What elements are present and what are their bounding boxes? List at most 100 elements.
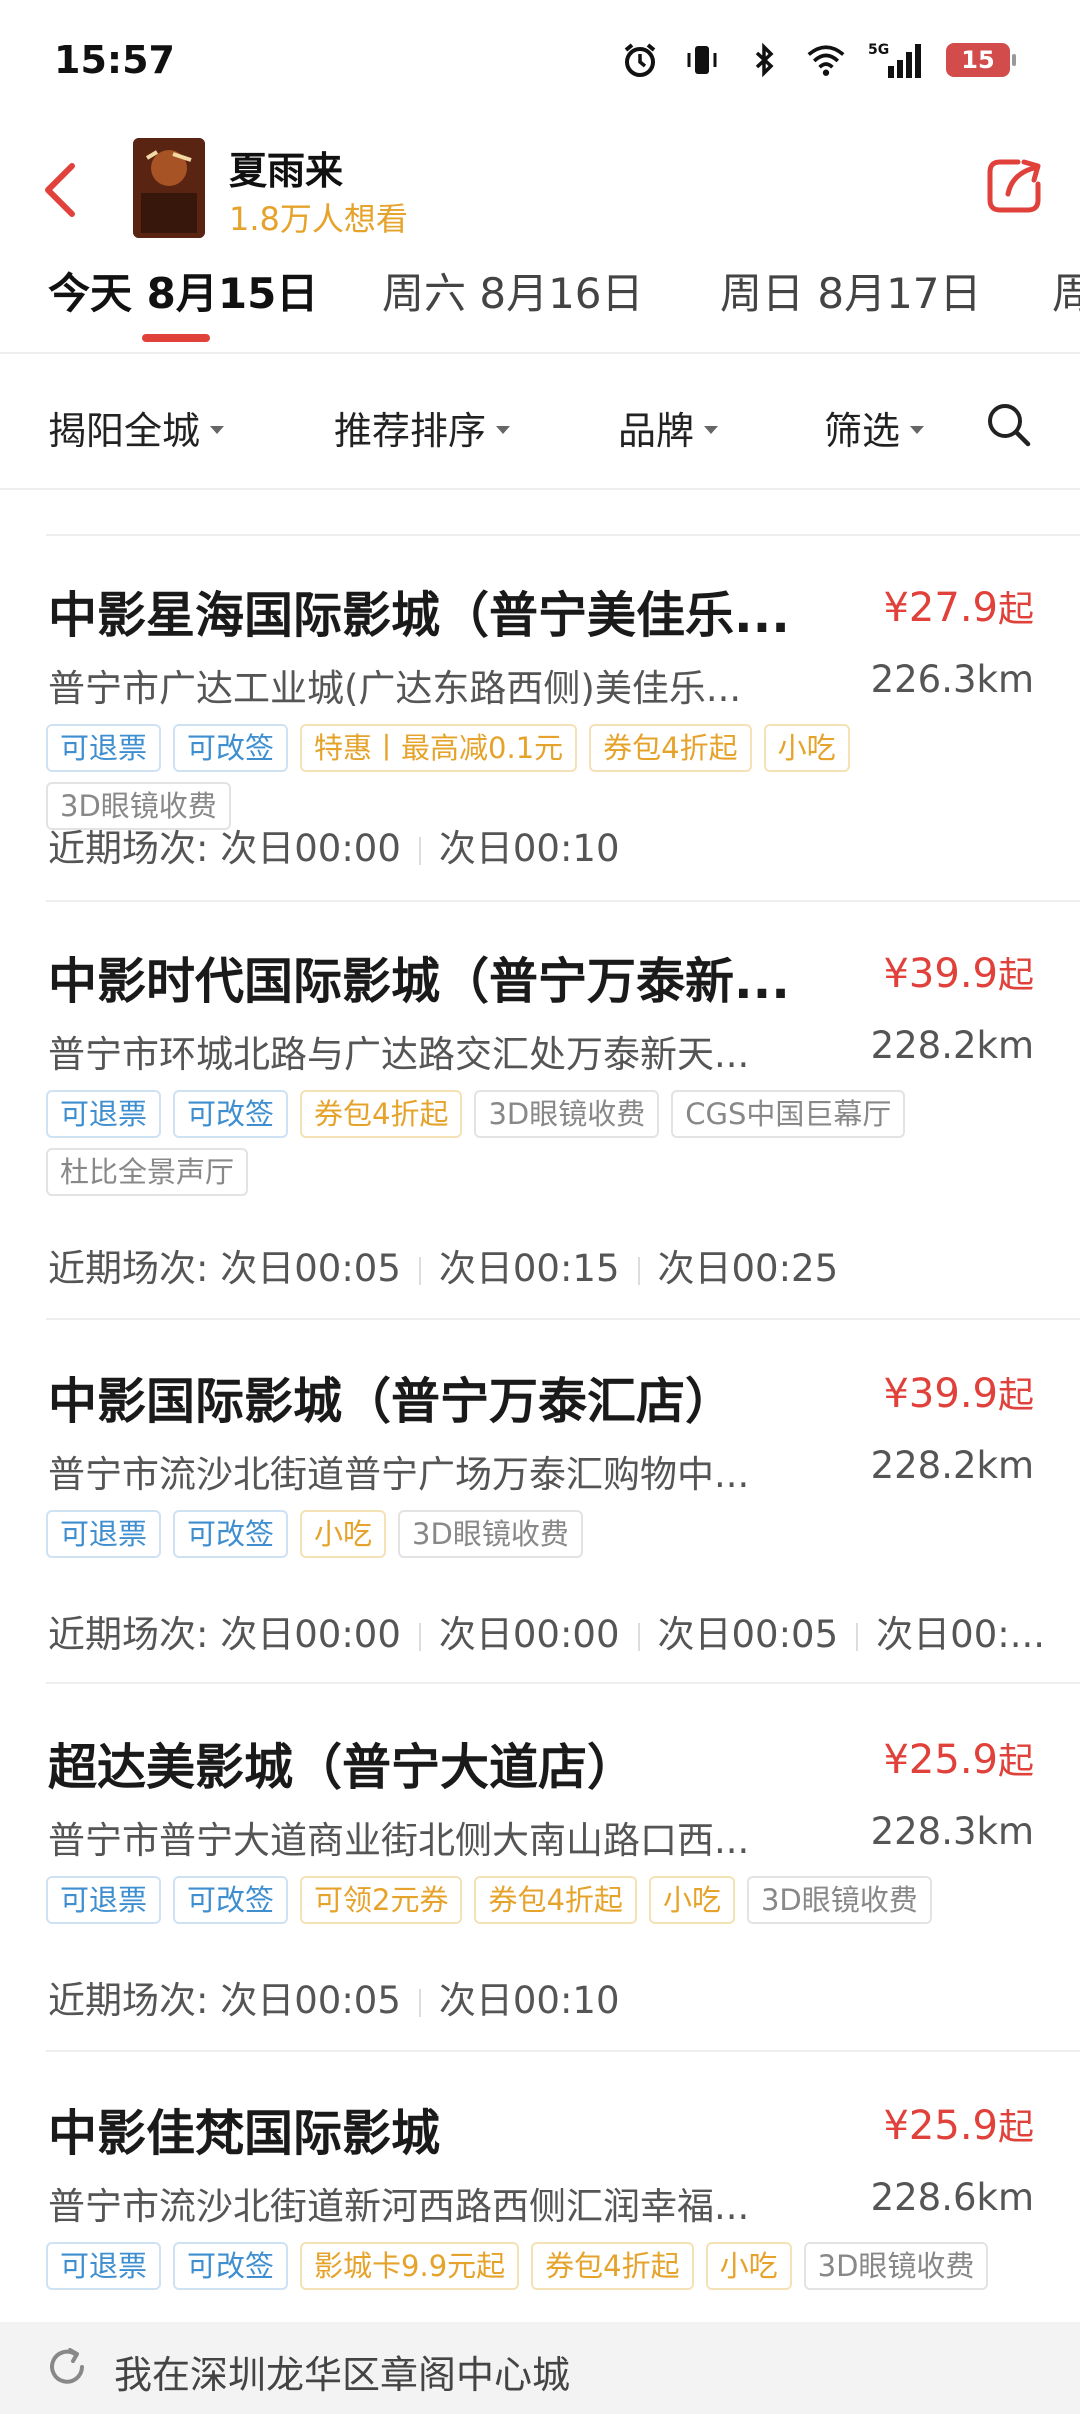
- cinema-price: ¥25.9起: [883, 2098, 1034, 2150]
- price-suffix: 起: [997, 1741, 1034, 1782]
- filter-screen-dropdown[interactable]: 筛选: [824, 400, 925, 455]
- caret-down-icon: [910, 425, 925, 434]
- cinema-item[interactable]: 中影时代国际影城（普宁万泰新... ¥39.9起 普宁市环城北路与广达路交汇处万…: [0, 942, 1080, 1312]
- price-value: ¥25.9: [883, 2103, 998, 2149]
- cinema-tags: 可退票 可改签 小吃 3D眼镜收费: [46, 1510, 1036, 1558]
- price-suffix: 起: [997, 589, 1034, 630]
- tag-changeable: 可改签: [173, 1090, 289, 1138]
- divider: [46, 1318, 1080, 1320]
- cinema-distance: 226.3km: [870, 658, 1034, 701]
- filter-sort-dropdown[interactable]: 推荐排序: [334, 400, 511, 455]
- active-tab-indicator: [142, 334, 210, 342]
- tag-snacks: 小吃: [300, 1510, 387, 1558]
- divider: [46, 1682, 1080, 1684]
- cinema-price: ¥25.9起: [883, 1732, 1034, 1784]
- cinema-name: 中影星海国际影城（普宁美佳乐...: [48, 587, 790, 644]
- separator: [637, 1256, 640, 1285]
- price-value: ¥25.9: [883, 1737, 998, 1783]
- cinema-item[interactable]: 超达美影城（普宁大道店） ¥25.9起 普宁市普宁大道商业街北侧大南山路口西..…: [0, 1728, 1080, 2048]
- sessions-label: 近期场次:: [48, 1979, 209, 2022]
- filter-sort-label: 推荐排序: [334, 409, 487, 453]
- caret-down-icon: [704, 425, 719, 434]
- session-time[interactable]: 次日00:25: [658, 1247, 839, 1290]
- tag-coupon-pack: 券包4折起: [589, 724, 752, 772]
- session-time[interactable]: 次日00:...: [876, 1613, 1045, 1656]
- filter-brand-label: 品牌: [618, 409, 695, 453]
- tag-coupon-pack: 券包4折起: [474, 1876, 637, 1924]
- cinema-sessions: 近期场次: 次日00:05 次日00:10: [48, 1970, 1048, 2024]
- location-bar[interactable]: 我在深圳龙华区章阁中心城: [0, 2322, 1080, 2414]
- price-value: ¥39.9: [883, 1371, 998, 1417]
- cinema-tags: 可退票 可改签 影城卡9.9元起 券包4折起 小吃 3D眼镜收费: [46, 2242, 1036, 2290]
- tab-date-0[interactable]: 今天 8月15日: [48, 260, 318, 321]
- session-time[interactable]: 次日00:10: [439, 1979, 620, 2022]
- movie-poster[interactable]: [133, 138, 205, 238]
- session-time[interactable]: 次日00:05: [220, 1979, 401, 2022]
- tag-refundable: 可退票: [46, 724, 162, 772]
- cinema-tags: 可退票 可改签 券包4折起 3D眼镜收费 CGS中国巨幕厅 杜比全景声厅: [46, 1090, 1036, 1196]
- cinema-address: 普宁市环城北路与广达路交汇处万泰新天...: [48, 1033, 750, 1076]
- want-count: 1.8万人想看: [229, 200, 408, 238]
- separator: [856, 1622, 859, 1651]
- tag-snacks: 小吃: [648, 1876, 735, 1924]
- signal-5g-icon: 5G: [868, 40, 924, 80]
- session-time[interactable]: 次日00:00: [439, 1613, 620, 1656]
- cinema-item[interactable]: 中影星海国际影城（普宁美佳乐... ¥27.9起 普宁市广达工业城(广达东路西侧…: [0, 576, 1080, 896]
- divider: [46, 900, 1080, 902]
- session-time[interactable]: 次日00:05: [220, 1247, 401, 1290]
- cinema-distance: 228.2km: [870, 1444, 1034, 1487]
- session-time[interactable]: 次日00:00: [220, 1613, 401, 1656]
- price-suffix: 起: [997, 1375, 1034, 1416]
- chevron-left-icon: [45, 163, 75, 217]
- back-button[interactable]: [30, 150, 90, 230]
- movie-title: 夏雨来: [229, 149, 344, 193]
- cinema-item[interactable]: 中影佳梵国际影城 ¥25.9起 普宁市流沙北街道新河西路西侧汇润幸福... 22…: [0, 2094, 1080, 2334]
- share-icon: [987, 159, 1041, 213]
- tag-3d-glasses: 3D眼镜收费: [746, 1876, 932, 1924]
- session-time[interactable]: 次日00:15: [439, 1247, 620, 1290]
- wifi-icon: [806, 40, 846, 80]
- session-time[interactable]: 次日00:05: [658, 1613, 839, 1656]
- sessions-label: 近期场次:: [48, 827, 209, 870]
- alarm-icon: [620, 40, 660, 80]
- session-time[interactable]: 次日00:10: [439, 827, 620, 870]
- tab-date-2[interactable]: 周日 8月17日: [720, 260, 982, 321]
- sessions-label: 近期场次:: [48, 1247, 209, 1290]
- status-bar: 15:57 5G 15: [0, 0, 1080, 130]
- vibrate-icon: [682, 40, 722, 80]
- price-value: ¥39.9: [883, 951, 998, 997]
- share-button[interactable]: [982, 154, 1046, 218]
- tag-dolby-atmos: 杜比全景声厅: [46, 1148, 249, 1196]
- tag-3d-glasses: 3D眼镜收费: [398, 1510, 583, 1558]
- tag-changeable: 可改签: [173, 1876, 289, 1924]
- tag-refundable: 可退票: [46, 1510, 162, 1558]
- cinema-address: 普宁市流沙北街道新河西路西侧汇润幸福...: [48, 2185, 750, 2228]
- tag-changeable: 可改签: [173, 1510, 289, 1558]
- refresh-icon[interactable]: [44, 2344, 90, 2390]
- cinema-item[interactable]: 中影国际影城（普宁万泰汇店） ¥39.9起 普宁市流沙北街道普宁广场万泰汇购物中…: [0, 1362, 1080, 1682]
- cinema-address: 普宁市广达工业城(广达东路西侧)美佳乐...: [48, 667, 742, 710]
- cinema-name: 中影佳梵国际影城: [48, 2105, 441, 2162]
- filter-brand-dropdown[interactable]: 品牌: [618, 400, 719, 455]
- tab-date-1[interactable]: 周六 8月16日: [382, 260, 644, 321]
- cinema-price: ¥27.9起: [883, 580, 1034, 632]
- cinema-tags: 可退票 可改签 可领2元券 券包4折起 小吃 3D眼镜收费: [46, 1876, 1036, 1924]
- tag-coupon: 可领2元券: [300, 1876, 463, 1924]
- tag-snacks: 小吃: [763, 724, 850, 772]
- divider: [46, 534, 1080, 536]
- tag-snacks: 小吃: [705, 2242, 792, 2290]
- cinema-name: 中影时代国际影城（普宁万泰新...: [48, 953, 790, 1010]
- cinema-name: 超达美影城（普宁大道店）: [48, 1739, 637, 1796]
- current-location: 我在深圳龙华区章阁中心城: [114, 2353, 571, 2397]
- tab-date-3[interactable]: 周: [1052, 260, 1080, 321]
- session-time[interactable]: 次日00:00: [220, 827, 401, 870]
- tag-discount: 特惠丨最高减0.1元: [300, 724, 578, 772]
- cinema-address: 普宁市流沙北街道普宁广场万泰汇购物中...: [48, 1453, 750, 1496]
- cinema-sessions: 近期场次: 次日00:00 次日00:10: [48, 818, 1048, 872]
- search-button[interactable]: [984, 400, 1034, 450]
- svg-text:5G: 5G: [868, 42, 889, 58]
- cinema-tags: 可退票 可改签 特惠丨最高减0.1元 券包4折起 小吃 3D眼镜收费: [46, 724, 1036, 830]
- filter-area-dropdown[interactable]: 揭阳全城: [48, 400, 225, 455]
- separator: [418, 1988, 421, 2017]
- tag-refundable: 可退票: [46, 1876, 162, 1924]
